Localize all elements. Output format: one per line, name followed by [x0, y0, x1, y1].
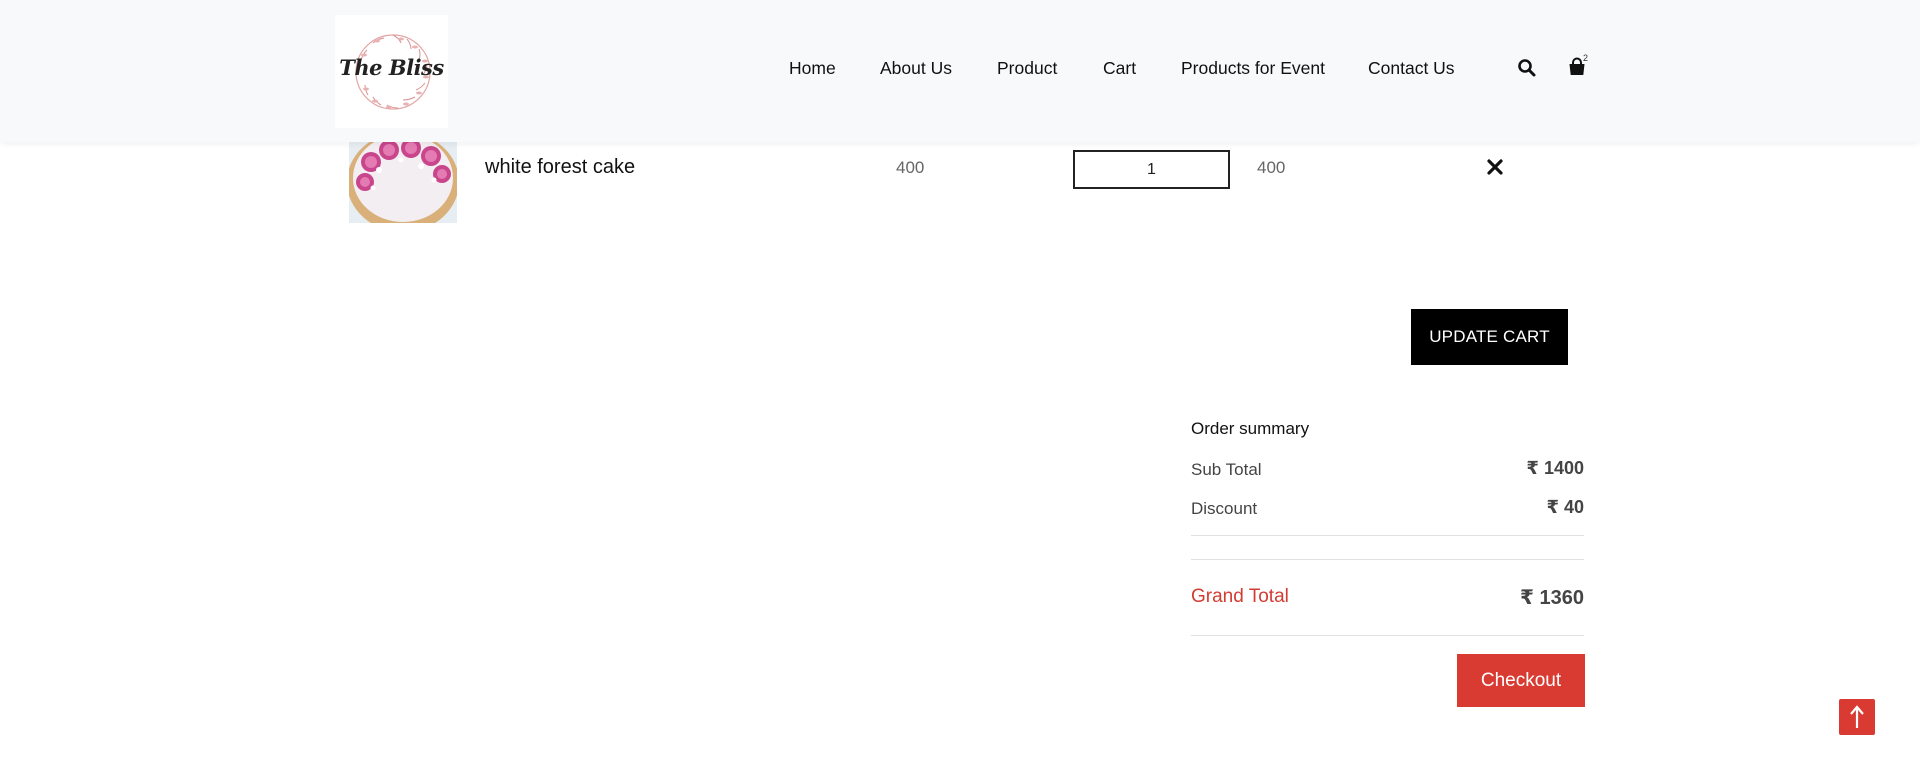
site-header: The Bliss Home About Us Product Cart Pro…	[0, 0, 1920, 142]
subtotal-label: Sub Total	[1191, 460, 1262, 479]
product-name[interactable]: white forest cake	[485, 156, 635, 179]
quantity-input[interactable]	[1073, 150, 1230, 189]
cart-count-badge: 2	[1583, 53, 1589, 63]
discount-label: Discount	[1191, 499, 1258, 518]
nav-product[interactable]: Product	[997, 58, 1057, 79]
nav-cart[interactable]: Cart	[1103, 58, 1136, 79]
order-summary-title: Order summary	[1191, 419, 1310, 438]
summary-divider	[1191, 635, 1584, 636]
summary-divider	[1191, 535, 1584, 536]
close-icon[interactable]	[1487, 155, 1507, 179]
checkout-button[interactable]: Checkout	[1457, 654, 1585, 707]
summary-divider	[1191, 559, 1584, 560]
discount-value: ₹ 40	[1546, 497, 1584, 517]
search-icon[interactable]	[1517, 58, 1537, 78]
subtotal-value: ₹ 1400	[1526, 458, 1584, 478]
grand-total-value: ₹ 1360	[1520, 587, 1584, 609]
update-cart-button[interactable]: UPDATE CART	[1411, 309, 1568, 365]
nav-products-for-event[interactable]: Products for Event	[1181, 58, 1325, 79]
grand-total-label: Grand Total	[1191, 586, 1289, 607]
unit-price: 400	[896, 158, 925, 177]
nav-contact-us[interactable]: Contact Us	[1368, 58, 1455, 79]
product-thumbnail	[349, 142, 457, 223]
logo-text: The Bliss	[339, 55, 444, 80]
nav-home[interactable]: Home	[789, 58, 836, 79]
arrow-up-icon[interactable]	[1839, 699, 1875, 735]
logo[interactable]: The Bliss	[335, 15, 448, 128]
line-total: 400	[1257, 158, 1286, 177]
nav-about-us[interactable]: About Us	[880, 58, 952, 79]
